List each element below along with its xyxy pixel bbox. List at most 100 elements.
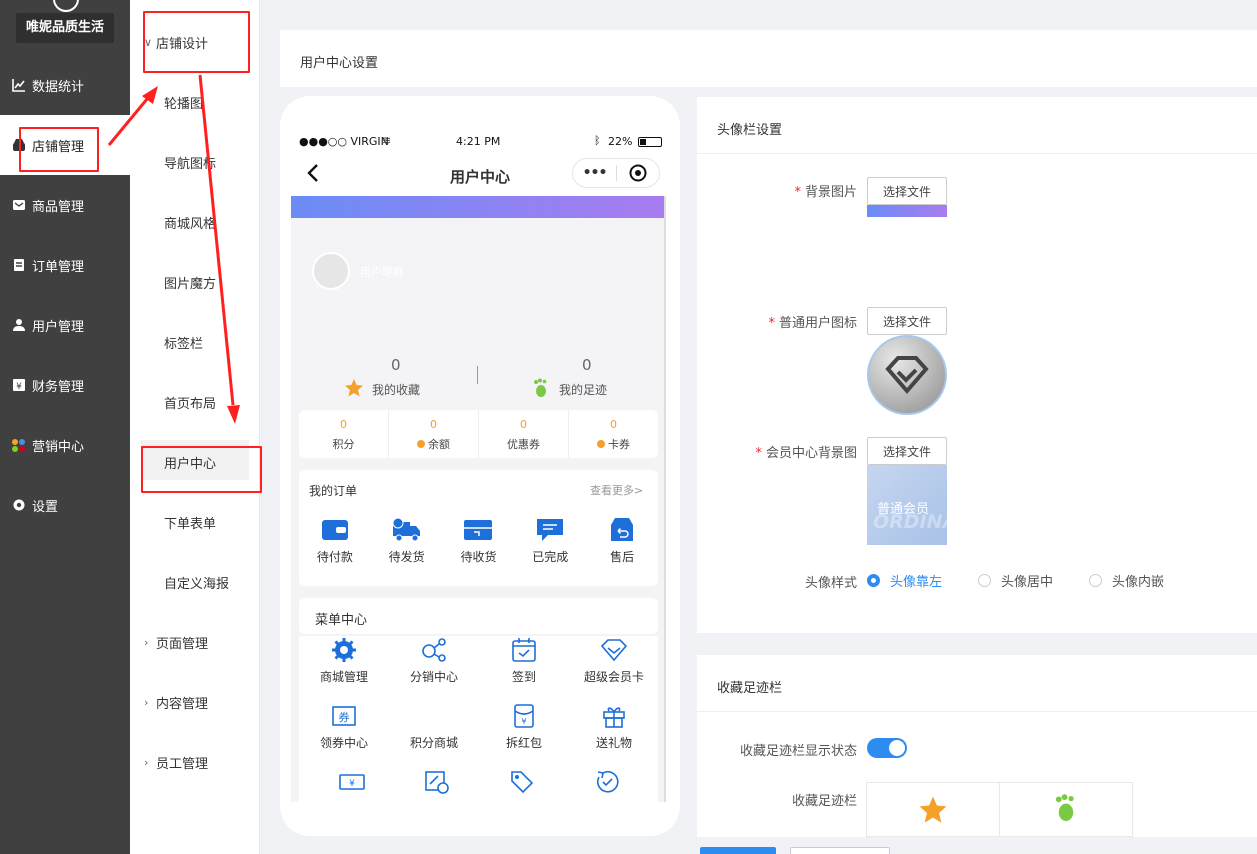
subnav-group-staff[interactable]: › 员工管理 [130,732,260,792]
subnav-group-pages[interactable]: › 页面管理 [130,612,260,672]
radio-avatar-center[interactable]: 头像居中 [978,571,1053,590]
asset-coupons[interactable]: 0 优惠券 [479,410,569,458]
order-after-sale[interactable]: 售后 [587,516,657,565]
menu-label: 商城管理 [319,670,368,684]
menu-item-checkin[interactable]: 签到 [489,636,559,685]
member-card-watermark: ORDINAR [873,511,947,533]
blank-icon [419,702,449,730]
tag-icon[interactable] [487,768,557,796]
order-pending-receive[interactable]: 待收货 [443,516,513,565]
field-label: 会员中心背景图 [765,446,857,461]
status-battery: 22% [608,135,633,148]
fav-settings-card: 收藏足迹栏 收藏足迹栏显示状态 收藏足迹栏 [697,655,1257,837]
radio-avatar-left[interactable]: 头像靠左 [867,571,942,590]
radio-dot[interactable] [978,574,992,587]
menu-item-distribution[interactable]: 分销中心 [399,636,469,685]
capsule-menu[interactable]: ••• [572,158,660,188]
menu-item-coupons[interactable]: 券领券中心 [309,702,379,751]
fav-bar-label: 收藏足迹栏 [791,794,857,809]
save-button[interactable] [700,847,776,854]
asset-cards[interactable]: 0 卡券 [569,410,658,458]
sidebar-item-settings[interactable]: 设置 [0,475,130,535]
avatar-settings-card: 头像栏设置 * 背景图片 选择文件 * 普通用户图标 选择文件 * 会员中心背景图 选… [697,97,1257,633]
svg-text:¥: ¥ [349,779,355,789]
footprint-icon [1055,794,1074,821]
radio-label: 头像居中 [1001,575,1054,590]
menu-item-red-packet[interactable]: ¥ 拆红包 [489,702,559,751]
asset-value: 0 [610,418,617,431]
menu-item-gift[interactable]: 送礼物 [579,702,649,751]
calendar-clock-icon[interactable] [402,768,472,796]
sidebar-item-label: 订单管理 [32,259,85,275]
close-target-icon[interactable] [617,164,659,182]
bluetooth-icon: ᛒ [594,134,601,147]
footprints-label: 我的足迹 [559,383,608,397]
asset-balance[interactable]: 0 余额 [389,410,479,458]
page-title: 用户中心设置 [300,56,379,71]
member-bg-file-button[interactable]: 选择文件 [867,437,947,465]
more-dots-icon[interactable]: ••• [573,165,616,181]
svg-text:¥: ¥ [521,717,526,726]
order-label: 待收货 [460,550,497,564]
refresh-check-icon[interactable] [572,768,642,796]
phone-preview: ●●●○○ VIRGIN ≋ 4:21 PM ᛒ 22% 用户中心 ••• 用户… [280,96,680,836]
status-carrier: ●●●○○ VIRGIN [299,135,389,148]
fav-toggle-switch[interactable] [867,738,907,758]
sidebar-item-label: 设置 [32,499,59,515]
asset-points[interactable]: 0 积分 [299,410,389,458]
radio-dot[interactable] [867,574,880,587]
subnav-group-label: 页面管理 [156,636,209,652]
chevron-right-icon: › [144,755,149,769]
gift-icon [599,702,629,730]
chart-icon [11,78,26,93]
chevron-right-icon: › [144,695,149,709]
order-label: 待发货 [388,550,425,564]
avatar [312,252,350,290]
reset-button[interactable] [790,847,890,854]
menu-item-super-card[interactable]: 超级会员卡 [579,636,649,685]
order-pending-pay[interactable]: 待付款 [300,516,370,565]
asset-value: 0 [340,418,347,431]
preview-scrollbar[interactable] [664,196,666,802]
order-icon [11,258,26,273]
subnav-item-order-form[interactable]: 下单表单 [130,492,260,552]
menu-item-mall-manage[interactable]: 商城管理 [309,636,379,685]
share-yen-icon [419,636,449,664]
favorites-label: 我的收藏 [372,383,421,397]
subnav-item-poster[interactable]: 自定义海报 [130,552,260,612]
orders-more-link[interactable]: 查看更多> [590,482,643,498]
orders-panel: 我的订单 查看更多> 待付款 待发货 待收货 已完成 售后 [299,470,658,586]
radio-label: 头像靠左 [890,575,943,590]
marketing-icon [11,438,26,453]
sidebar-item-label: 商品管理 [32,199,85,215]
order-label: 待付款 [316,550,353,564]
menu-header-panel: 菜单中心 [299,598,658,634]
sidebar-item-label: 财务管理 [32,379,85,395]
annotation-arrows [107,74,240,424]
avatar-settings-title: 头像栏设置 [697,97,1257,154]
bg-image-file-button[interactable]: 选择文件 [867,177,947,205]
user-icon-file-button[interactable]: 选择文件 [867,307,947,335]
calendar-check-icon [509,636,539,664]
menu-grid: 商城管理 分销中心 签到 超级会员卡 券领券中心 积分商城 ¥ 拆红包 送礼物 ¥ [299,636,658,802]
order-label: 已完成 [532,550,569,564]
wifi-icon: ≋ [382,134,392,147]
radio-avatar-inset[interactable]: 头像内嵌 [1089,571,1164,590]
divider [477,366,478,384]
finance-icon: ¥ [11,378,26,393]
fav-bar-preview [866,782,1133,837]
asset-label: 卡券 [608,438,630,451]
footprint-icon [534,378,547,397]
footprints-count: 0 [582,356,592,374]
subnav-group-label: 员工管理 [156,756,209,772]
ticket-yen-icon[interactable]: ¥ [317,768,387,796]
subnav-group-content[interactable]: › 内容管理 [130,672,260,732]
order-pending-ship[interactable]: 待发货 [372,516,442,565]
menu-label: 分销中心 [409,670,458,684]
radio-dot[interactable] [1089,574,1103,587]
sidebar-item-label: 用户管理 [32,319,85,335]
page-header: 用户中心设置 [280,30,1257,87]
subnav-item-label: 下单表单 [164,516,217,532]
order-completed[interactable]: 已完成 [515,516,585,565]
menu-item-points-mall[interactable]: 积分商城 [399,702,469,751]
